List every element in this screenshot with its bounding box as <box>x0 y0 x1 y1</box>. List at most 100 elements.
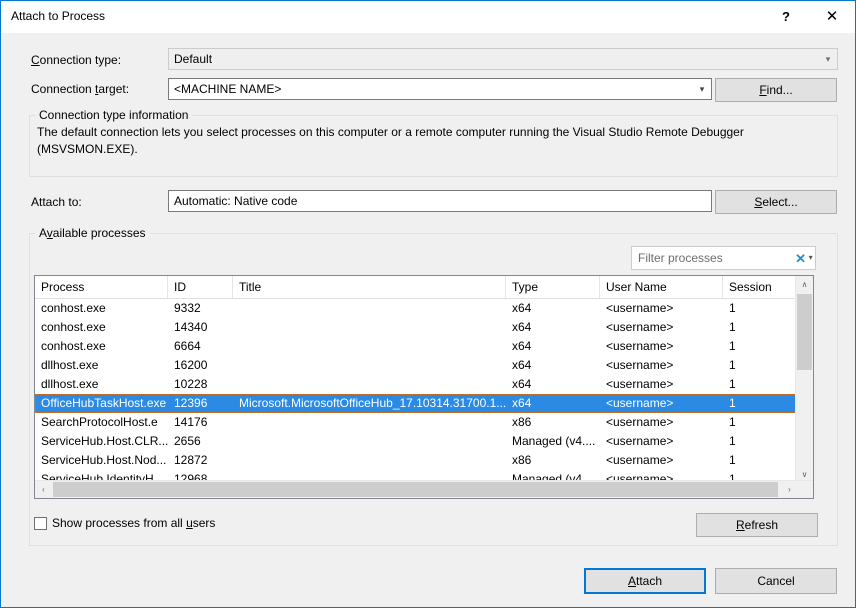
process-cell-id: 14340 <box>168 318 233 337</box>
column-header-user-name[interactable]: User Name <box>600 276 723 298</box>
process-cell-process: OfficeHubTaskHost.exe <box>35 394 168 413</box>
process-cell-user: <username> <box>600 451 723 470</box>
process-cell-session: 1 <box>723 356 797 375</box>
process-cell-session: 1 <box>723 413 797 432</box>
attach-button-label: Attach <box>628 574 662 588</box>
process-row[interactable]: dllhost.exe10228x64<username>1 <box>35 375 797 394</box>
horizontal-scrollbar-thumb[interactable] <box>53 482 778 497</box>
scroll-up-icon[interactable]: ∧ <box>796 276 813 293</box>
process-row[interactable]: conhost.exe14340x64<username>1 <box>35 318 797 337</box>
process-cell-session: 1 <box>723 394 797 413</box>
vertical-scrollbar[interactable]: ∧ ∨ <box>795 276 813 483</box>
select-button[interactable]: Select... <box>715 190 837 214</box>
process-cell-process: conhost.exe <box>35 318 168 337</box>
show-all-users-label: Show processes from all users <box>52 516 215 530</box>
find-button[interactable]: Find... <box>715 78 837 102</box>
process-row[interactable]: conhost.exe9332 x64<username>1 <box>35 299 797 318</box>
help-icon[interactable]: ? <box>763 1 809 32</box>
process-list-rows: conhost.exe9332x64<username>1conhost.exe… <box>35 299 797 483</box>
process-cell-process: conhost.exe <box>35 337 168 356</box>
attach-button[interactable]: Attach <box>584 568 706 594</box>
checkbox-icon <box>34 517 47 530</box>
process-cell-id: 12872 <box>168 451 233 470</box>
close-icon[interactable]: ✕ <box>809 1 855 32</box>
process-list[interactable]: ProcessIDTitleTypeUser NameSession conho… <box>34 275 814 499</box>
process-row[interactable]: OfficeHubTaskHost.exe12396Microsoft.Micr… <box>35 394 797 413</box>
process-cell-title <box>233 451 506 470</box>
process-cell-user: <username> <box>600 337 723 356</box>
window-title: Attach to Process <box>11 9 105 23</box>
filter-dropdown-icon[interactable]: ▾ <box>806 254 815 262</box>
connection-type-combobox[interactable]: Default ▾ <box>168 48 838 70</box>
column-header-id[interactable]: ID <box>168 276 233 298</box>
filter-processes-input[interactable] <box>632 250 795 266</box>
close-glyph: ✕ <box>826 9 839 24</box>
process-cell-user: <username> <box>600 299 723 318</box>
process-cell-title <box>233 299 506 318</box>
connection-target-combobox[interactable]: <MACHINE NAME> ▾ <box>168 78 712 100</box>
connection-type-label: Connection type: <box>31 53 121 67</box>
process-cell-title <box>233 356 506 375</box>
find-button-label: Find... <box>759 83 792 97</box>
process-cell-type: x64 <box>506 337 600 356</box>
column-header-process[interactable]: Process <box>35 276 168 298</box>
horizontal-scrollbar[interactable]: ‹ › <box>35 480 814 498</box>
clear-filter-icon[interactable]: ✕ <box>795 252 806 265</box>
process-cell-session: 1 <box>723 299 797 318</box>
process-cell-id: 9332 <box>168 299 233 318</box>
process-row[interactable]: ServiceHub.Host.CLR....2656Managed (v4..… <box>35 432 797 451</box>
process-cell-process: conhost.exe <box>35 299 168 318</box>
chevron-down-icon: ▾ <box>693 85 711 94</box>
connection-type-value: Default <box>169 52 819 66</box>
process-cell-user: <username> <box>600 356 723 375</box>
process-list-header: ProcessIDTitleTypeUser NameSession <box>35 276 813 299</box>
connection-info-text: The default connection lets you select p… <box>37 124 817 158</box>
process-cell-type: x64 <box>506 299 600 318</box>
scroll-left-icon[interactable]: ‹ <box>35 481 52 498</box>
process-cell-session: 1 <box>723 451 797 470</box>
refresh-button[interactable]: Refresh <box>696 513 818 537</box>
process-cell-id: 12396 <box>168 394 233 413</box>
attach-to-process-dialog: Attach to Process ? ✕ Connection type: D… <box>0 0 856 608</box>
process-row[interactable]: dllhost.exe16200x64<username>1 <box>35 356 797 375</box>
vertical-scrollbar-thumb[interactable] <box>797 294 812 370</box>
process-cell-session: 1 <box>723 337 797 356</box>
column-header-session[interactable]: Session <box>723 276 797 298</box>
column-header-title[interactable]: Title <box>233 276 506 298</box>
process-cell-process: SearchProtocolHost.e <box>35 413 168 432</box>
scrollbar-corner <box>796 481 813 498</box>
connection-target-value: <MACHINE NAME> <box>169 82 693 96</box>
cancel-button[interactable]: Cancel <box>715 568 837 594</box>
column-header-type[interactable]: Type <box>506 276 600 298</box>
process-cell-user: <username> <box>600 432 723 451</box>
process-row[interactable]: ServiceHub.Host.Nod...12872x86<username>… <box>35 451 797 470</box>
process-cell-process: ServiceHub.Host.Nod... <box>35 451 168 470</box>
process-cell-user: <username> <box>600 394 723 413</box>
process-cell-type: x86 <box>506 413 600 432</box>
process-cell-title <box>233 337 506 356</box>
process-cell-type: x64 <box>506 394 600 413</box>
process-row[interactable]: SearchProtocolHost.e14176x86<username>1 <box>35 413 797 432</box>
process-row[interactable]: conhost.exe6664 x64<username>1 <box>35 337 797 356</box>
process-cell-title <box>233 413 506 432</box>
chevron-down-icon: ▾ <box>819 55 837 64</box>
process-cell-session: 1 <box>723 432 797 451</box>
process-cell-id: 6664 <box>168 337 233 356</box>
refresh-button-label: Refresh <box>736 518 778 532</box>
cancel-button-label: Cancel <box>757 574 794 588</box>
process-cell-session: 1 <box>723 375 797 394</box>
process-cell-type: x64 <box>506 375 600 394</box>
show-all-users-checkbox[interactable]: Show processes from all users <box>34 516 215 530</box>
filter-processes-box[interactable]: ✕ ▾ <box>631 246 816 270</box>
process-cell-type: Managed (v4.... <box>506 432 600 451</box>
process-cell-title: Microsoft.MicrosoftOfficeHub_17.10314.31… <box>233 394 506 413</box>
process-cell-process: ServiceHub.Host.CLR.... <box>35 432 168 451</box>
select-button-label: Select... <box>754 195 797 209</box>
process-cell-session: 1 <box>723 318 797 337</box>
process-cell-process: dllhost.exe <box>35 356 168 375</box>
available-processes-caption: Available processes <box>35 226 150 240</box>
title-bar: Attach to Process ? ✕ <box>1 1 855 33</box>
connection-info-caption: Connection type information <box>35 108 192 122</box>
process-cell-id: 10228 <box>168 375 233 394</box>
process-cell-user: <username> <box>600 375 723 394</box>
